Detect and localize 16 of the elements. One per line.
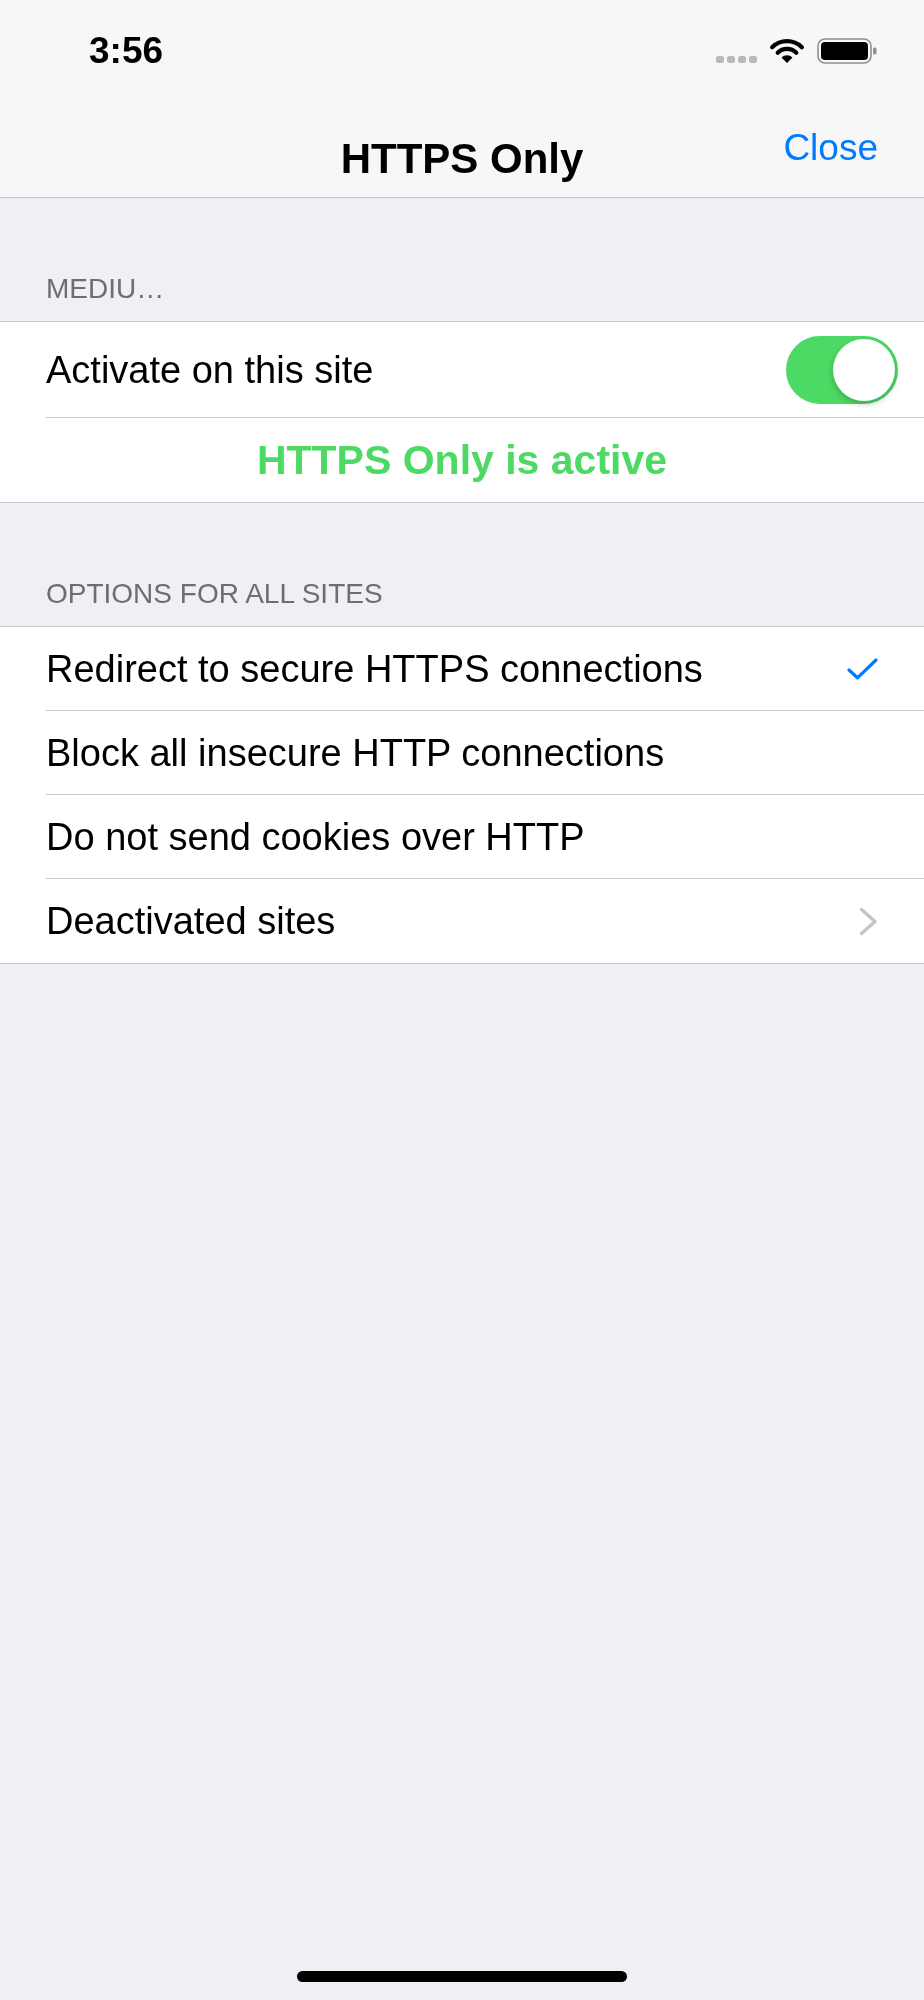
- section-header: OPTIONS FOR ALL SITES: [46, 578, 383, 609]
- option-item[interactable]: Redirect to secure HTTPS connections: [0, 627, 924, 711]
- status-time: 3:56: [89, 29, 164, 73]
- section-header: MEDIU…: [46, 273, 165, 304]
- signal-dots-icon: [716, 55, 757, 63]
- toggle-switch[interactable]: [786, 335, 898, 404]
- disclosure-item[interactable]: Deactivated sites: [0, 879, 924, 963]
- close-button[interactable]: Close: [783, 126, 878, 170]
- battery-icon: [817, 37, 877, 64]
- toggle-label: Activate on this site: [46, 347, 374, 392]
- nav-title: HTTPS Only: [340, 135, 584, 183]
- wifi-icon: [769, 36, 805, 64]
- status-message: HTTPS Only is active: [256, 436, 668, 484]
- option-item[interactable]: Do not send cookies over HTTP: [0, 795, 924, 879]
- option-item[interactable]: Block all insecure HTTP connections: [0, 711, 924, 795]
- chevron-right-icon: [859, 906, 878, 936]
